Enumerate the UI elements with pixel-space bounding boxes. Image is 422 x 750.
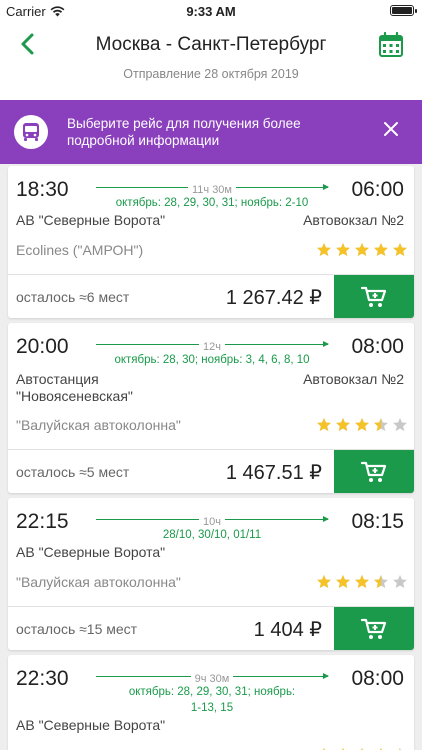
departure-station-line: АВ "Северные Ворота" <box>16 544 166 560</box>
arrival-time: 08:00 <box>351 335 404 358</box>
info-banner: Выберите рейс для получения более подроб… <box>0 100 422 164</box>
trip-dates: 1-13, 15 <box>190 702 234 714</box>
arrival-time: 06:00 <box>351 178 404 201</box>
trip-price: 1 467.51 ₽ <box>225 462 322 484</box>
trip-footer: осталось ≈5 мест 1 467.51 ₽ <box>8 449 414 493</box>
trip-card[interactable]: 22:30 9ч 30м октябрь: 28, 29, 30, 31; но… <box>8 655 414 750</box>
trip-duration: 12ч <box>199 341 225 354</box>
star-icon <box>374 243 388 256</box>
star-icon <box>355 575 369 588</box>
rating-stars <box>316 417 408 433</box>
star-icon <box>374 575 388 588</box>
seats-left: осталось ≈15 мест <box>16 621 138 637</box>
carrier-name: Ecolines ("АМРОН") <box>16 242 144 258</box>
calendar-icon[interactable] <box>378 32 404 58</box>
navigation-bar: Москва - Санкт-Петербург Отправление 28 … <box>0 22 422 100</box>
arrival-time: 08:15 <box>351 510 404 533</box>
route-duration: 11ч 30м октябрь: 28, 29, 30, 31; ноябрь:… <box>96 180 329 210</box>
star-icon <box>355 243 369 256</box>
seats-left: осталось ≈6 мест <box>16 289 130 305</box>
star-icon <box>317 418 331 431</box>
trip-price: 1 404 ₽ <box>253 619 322 641</box>
arrival-time: 08:00 <box>351 667 404 690</box>
arrival-station: Автовокзал №2 <box>303 371 404 387</box>
star-icon <box>317 243 331 256</box>
route-duration: 12ч октябрь: 28, 30; ноябрь: 3, 4, 6, 8,… <box>96 337 329 367</box>
cart-icon <box>361 286 387 307</box>
status-bar: Carrier 9:33 AM <box>0 0 422 22</box>
route-duration: 9ч 30м октябрь: 28, 29, 30, 31; ноябрь: 1… <box>96 669 329 715</box>
departure-station: Автостанция "Новоясеневская" <box>16 371 133 405</box>
trip-dates: октябрь: 28, 29, 30, 31; ноябрь: 2-10 <box>115 197 309 209</box>
bus-icon <box>14 115 48 149</box>
buy-button[interactable] <box>334 607 414 650</box>
route-duration: 10ч 28/10, 30/10, 01/11 <box>96 512 329 542</box>
carrier-name: "Валуйская автоколонна" <box>16 574 181 590</box>
departure-date: Отправление 28 октября 2019 <box>123 67 299 81</box>
back-chevron-icon[interactable] <box>14 30 42 58</box>
trip-duration: 10ч <box>199 516 225 529</box>
star-icon <box>336 575 350 588</box>
trip-duration: 11ч 30м <box>187 184 236 197</box>
departure-station: АВ "Северные Ворота" <box>16 717 165 734</box>
star-icon <box>393 418 407 431</box>
status-time: 9:33 AM <box>186 4 236 19</box>
trip-card[interactable]: 22:15 10ч 28/10, 30/10, 01/11 08:15 АВ "… <box>8 498 414 650</box>
trip-card[interactable]: 20:00 12ч октябрь: 28, 30; ноябрь: 3, 4,… <box>8 323 414 493</box>
departure-time: 20:00 <box>16 335 69 358</box>
carrier-name: "Валуйская автоколонна" <box>16 417 181 433</box>
departure-station-line: АВ "Северные Ворота" <box>16 212 166 228</box>
trip-card[interactable]: 18:30 11ч 30м октябрь: 28, 29, 30, 31; н… <box>8 166 414 318</box>
rating-stars <box>316 574 408 590</box>
trip-dates: октябрь: 28, 30; ноябрь: 3, 4, 6, 8, 10 <box>114 354 310 366</box>
rating-stars <box>316 242 408 258</box>
trip-dates: 28/10, 30/10, 01/11 <box>162 529 262 541</box>
arrival-station: Автовокзал №2 <box>303 212 404 228</box>
cart-icon <box>361 618 387 639</box>
banner-text: Выберите рейс для получения более подроб… <box>67 116 301 148</box>
star-icon <box>393 575 407 588</box>
trip-footer: осталось ≈6 мест 1 267.42 ₽ <box>8 274 414 318</box>
departure-time: 18:30 <box>16 178 69 201</box>
star-icon <box>336 243 350 256</box>
trip-footer: осталось ≈15 мест 1 404 ₽ <box>8 606 414 650</box>
buy-button[interactable] <box>334 450 414 493</box>
departure-station-line: АВ "Северные Ворота" <box>16 717 166 733</box>
star-icon <box>317 575 331 588</box>
trip-duration: 9ч 30м <box>190 673 234 686</box>
star-icon <box>336 418 350 431</box>
trip-price: 1 267.42 ₽ <box>225 287 322 309</box>
page-title: Москва - Санкт-Петербург <box>95 34 327 55</box>
buy-button[interactable] <box>334 275 414 318</box>
star-icon <box>374 418 388 431</box>
star-icon <box>393 243 407 256</box>
departure-time: 22:30 <box>16 667 69 690</box>
departure-time: 22:15 <box>16 510 69 533</box>
close-icon[interactable] <box>384 122 398 136</box>
departure-station-line: Автостанция <box>16 371 99 387</box>
battery-icon <box>390 5 417 16</box>
star-icon <box>355 418 369 431</box>
departure-station: АВ "Северные Ворота" <box>16 544 165 561</box>
departure-station-line2: "Новоясеневская" <box>16 388 133 404</box>
departure-station: АВ "Северные Ворота" <box>16 212 165 229</box>
seats-left: осталось ≈5 мест <box>16 464 130 480</box>
trip-dates: октябрь: 28, 29, 30, 31; ноябрь: <box>128 686 296 698</box>
cart-icon <box>361 461 387 482</box>
